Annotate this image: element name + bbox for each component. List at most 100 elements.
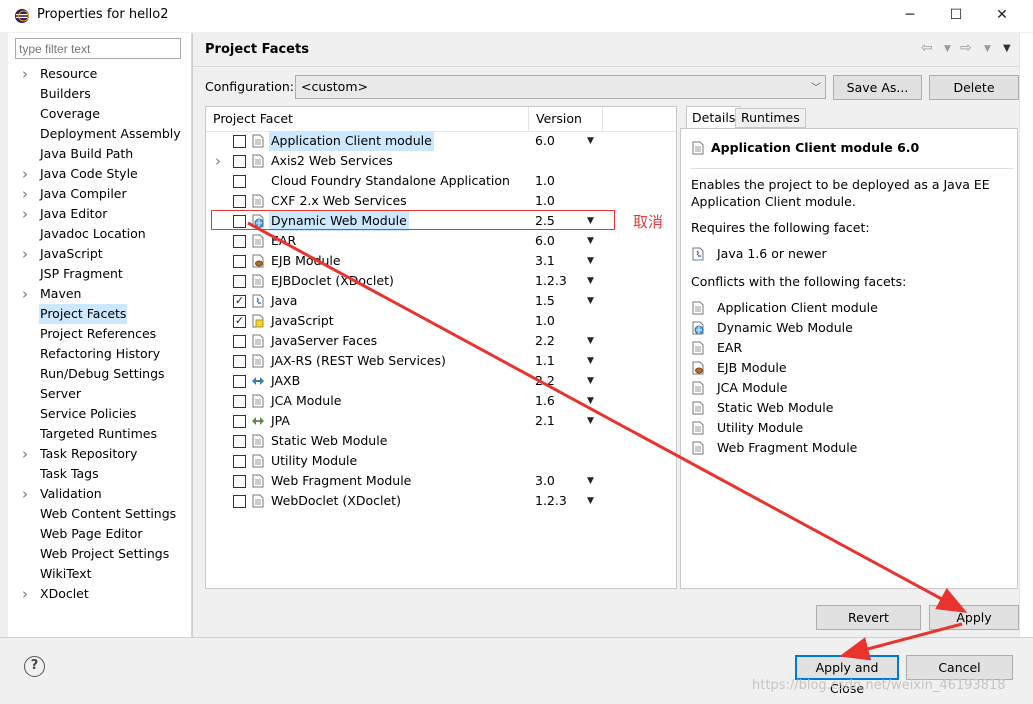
facet-version[interactable]: 1.2.3 [535,491,567,511]
revert-button[interactable]: Revert [816,605,921,630]
facet-checkbox[interactable] [233,255,246,268]
nav-item[interactable]: › Java Editor [8,204,192,224]
configuration-select[interactable]: <custom> ﹀ [295,75,826,99]
facet-checkbox[interactable] [233,455,246,468]
nav-item[interactable]: › JavaScript [8,244,192,264]
nav-item[interactable]: WikiText [8,564,192,584]
nav-item[interactable]: Web Project Settings [8,544,192,564]
facet-version[interactable]: 1.0 [535,311,555,331]
forward-menu-chevron-icon[interactable]: ▼ [984,44,991,54]
nav-item[interactable]: › Resource [8,64,192,84]
table-row[interactable]: EJB Module 3.1 ▼ [206,251,676,271]
table-row[interactable]: Static Web Module [206,431,676,451]
cancel-button[interactable]: Cancel [906,655,1013,680]
chevron-right-icon[interactable]: › [22,164,32,184]
chevron-right-icon[interactable]: › [22,284,32,304]
table-row[interactable]: CXF 2.x Web Services 1.0 [206,191,676,211]
version-dropdown-icon[interactable]: ▼ [587,491,594,511]
facet-checkbox[interactable] [233,275,246,288]
facet-checkbox[interactable]: ✓ [233,315,246,328]
maximize-button[interactable]: ☐ [933,0,979,32]
table-row[interactable]: JAXB 2.2 ▼ [206,371,676,391]
nav-item[interactable]: Server [8,384,192,404]
nav-item[interactable]: Service Policies [8,404,192,424]
version-dropdown-icon[interactable]: ▼ [587,471,594,491]
filter-input[interactable] [15,38,181,59]
back-menu-chevron-icon[interactable]: ▼ [944,44,951,54]
facet-checkbox[interactable] [233,135,246,148]
nav-item[interactable]: › Task Repository [8,444,192,464]
facet-checkbox[interactable] [233,335,246,348]
table-row[interactable]: EAR 6.0 ▼ [206,231,676,251]
facet-checkbox[interactable] [233,175,246,188]
version-dropdown-icon[interactable]: ▼ [587,291,594,311]
version-dropdown-icon[interactable]: ▼ [587,411,594,431]
chevron-right-icon[interactable]: › [22,184,32,204]
nav-item[interactable]: Refactoring History [8,344,192,364]
nav-item[interactable]: Task Tags [8,464,192,484]
apply-button[interactable]: Apply [929,605,1019,630]
table-row[interactable]: JAX-RS (REST Web Services) 1.1 ▼ [206,351,676,371]
column-header-version[interactable]: Version [529,107,603,131]
facet-checkbox[interactable] [233,375,246,388]
version-dropdown-icon[interactable]: ▼ [587,391,594,411]
nav-item[interactable]: Web Page Editor [8,524,192,544]
apply-and-close-button[interactable]: Apply and Close [795,655,899,696]
facet-checkbox[interactable]: ✓ [233,295,246,308]
pane-splitter[interactable] [192,33,193,637]
facet-version[interactable]: 1.5 [535,291,555,311]
table-row[interactable]: WebDoclet (XDoclet) 1.2.3 ▼ [206,491,676,511]
facet-version[interactable]: 1.6 [535,391,555,411]
nav-item[interactable]: Coverage [8,104,192,124]
table-row[interactable]: ✓ Java 1.5 ▼ [206,291,676,311]
facet-version[interactable]: 1.0 [535,171,555,191]
facet-checkbox[interactable] [233,395,246,408]
column-header-facet[interactable]: Project Facet [206,107,529,131]
facet-version[interactable]: 2.2 [535,331,555,351]
table-row[interactable]: JCA Module 1.6 ▼ [206,391,676,411]
version-dropdown-icon[interactable]: ▼ [587,231,594,251]
table-row[interactable]: ✓ JavaScript 1.0 [206,311,676,331]
version-dropdown-icon[interactable]: ▼ [587,371,594,391]
chevron-right-icon[interactable]: › [22,584,32,604]
facet-checkbox[interactable] [233,155,246,168]
version-dropdown-icon[interactable]: ▼ [587,271,594,291]
nav-item[interactable]: Deployment Assembly [8,124,192,144]
minimize-button[interactable]: ─ [887,0,933,32]
chevron-right-icon[interactable]: › [22,64,32,84]
facet-version[interactable]: 6.0 [535,131,555,151]
version-dropdown-icon[interactable]: ▼ [587,351,594,371]
back-icon[interactable]: ⇦ [921,40,933,56]
table-row[interactable]: Application Client module 6.0 ▼ [206,131,676,151]
table-row[interactable]: Web Fragment Module 3.0 ▼ [206,471,676,491]
facet-checkbox[interactable] [233,355,246,368]
nav-item[interactable]: Project Facets [8,304,192,324]
nav-item[interactable]: Builders [8,84,192,104]
close-button[interactable]: ✕ [979,0,1025,32]
nav-item[interactable]: Project References [8,324,192,344]
nav-item[interactable]: › Java Compiler [8,184,192,204]
table-row[interactable]: JavaServer Faces 2.2 ▼ [206,331,676,351]
help-icon[interactable]: ? [24,656,45,677]
facet-version[interactable]: 3.0 [535,471,555,491]
save-as-button[interactable]: Save As... [833,75,922,100]
nav-item[interactable]: Run/Debug Settings [8,364,192,384]
facet-version[interactable]: 2.1 [535,411,555,431]
table-row[interactable]: JPA 2.1 ▼ [206,411,676,431]
facet-version[interactable]: 1.0 [535,191,555,211]
nav-item[interactable]: › Java Code Style [8,164,192,184]
nav-item[interactable]: › Validation [8,484,192,504]
table-row[interactable]: Utility Module [206,451,676,471]
facet-version[interactable]: 2.2 [535,371,555,391]
tab-runtimes[interactable]: Runtimes [735,108,806,128]
version-dropdown-icon[interactable]: ▼ [587,331,594,351]
table-row[interactable]: › Axis2 Web Services [206,151,676,171]
tab-details[interactable]: Details [686,106,742,128]
nav-item[interactable]: › Maven [8,284,192,304]
chevron-right-icon[interactable]: › [22,484,32,504]
forward-icon[interactable]: ⇨ [960,40,972,56]
nav-item[interactable]: › XDoclet [8,584,192,604]
nav-item[interactable]: Javadoc Location [8,224,192,244]
facet-checkbox[interactable] [233,435,246,448]
table-row[interactable]: Cloud Foundry Standalone Application 1.0 [206,171,676,191]
